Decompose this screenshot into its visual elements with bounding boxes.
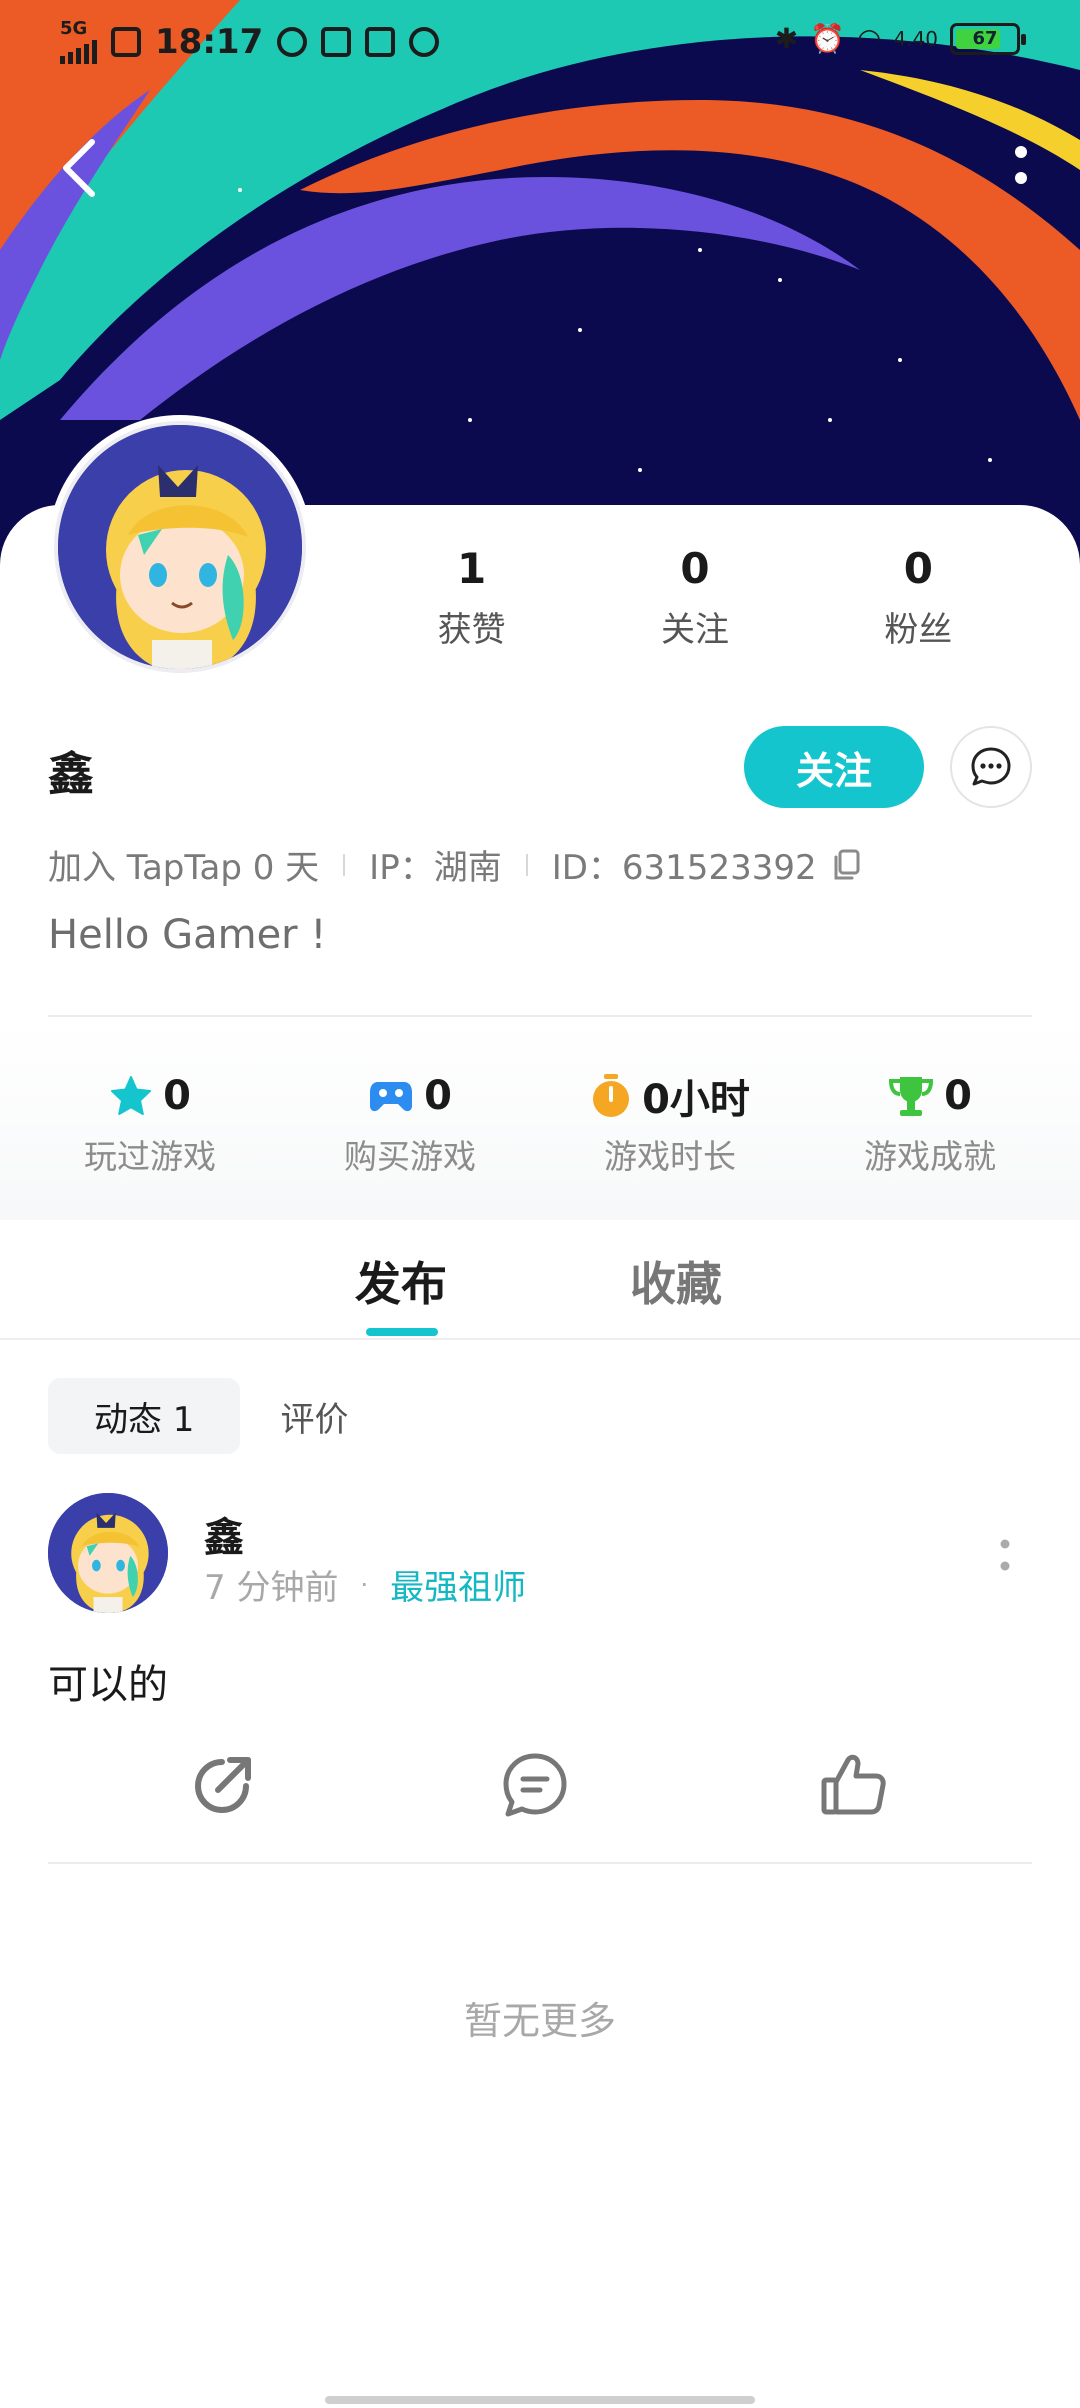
message-button[interactable] bbox=[950, 726, 1032, 808]
post-more-button[interactable] bbox=[990, 1532, 1020, 1578]
avatar[interactable] bbox=[48, 415, 312, 679]
sub-tabs: 动态 1 评价 bbox=[48, 1378, 368, 1454]
trophy-icon bbox=[889, 1077, 934, 1116]
like-icon bbox=[821, 1754, 886, 1815]
avatar-image bbox=[58, 425, 302, 669]
comment-button[interactable] bbox=[500, 1750, 570, 1820]
ip-location: IP：湖南 bbox=[369, 848, 502, 888]
game-stat-purchased[interactable]: 0 购买游戏 bbox=[280, 1070, 540, 1220]
join-days: 加入 TapTap 0 天 bbox=[48, 848, 320, 888]
battery-icon: 67 bbox=[950, 22, 1026, 55]
profile-username: 鑫 bbox=[48, 747, 94, 801]
game-stats: 0 玩过游戏 0 购买游戏 0小时 游戏时长 0 游戏成就 bbox=[0, 1020, 1080, 1220]
stat-label: 关注 bbox=[660, 610, 729, 650]
share-button[interactable] bbox=[188, 1750, 258, 1820]
tab-posts[interactable]: 发布 bbox=[355, 1248, 447, 1314]
subtab-reviews[interactable]: 评价 bbox=[260, 1378, 368, 1454]
post-actions bbox=[0, 1750, 1080, 1820]
game-stat-value: 0 bbox=[163, 1073, 191, 1119]
gamepad-icon bbox=[370, 1082, 413, 1112]
subtab-moments[interactable]: 动态 1 bbox=[48, 1378, 241, 1454]
tab-favorites[interactable]: 收藏 bbox=[630, 1248, 722, 1314]
timer-icon bbox=[593, 1074, 630, 1117]
battery-level: 67 bbox=[972, 28, 998, 49]
copy-icon[interactable] bbox=[831, 848, 861, 882]
no-more-text: 暂无更多 bbox=[463, 1999, 616, 2043]
profile-bio: Hello Gamer ! bbox=[48, 912, 327, 958]
app-notification-icon bbox=[277, 27, 308, 57]
stat-label: 粉丝 bbox=[884, 610, 953, 650]
game-stat-achievements[interactable]: 0 游戏成就 bbox=[800, 1070, 1060, 1220]
stat-label: 获赞 bbox=[437, 610, 506, 650]
wifi-icon: ◠ bbox=[857, 22, 882, 55]
meta-divider bbox=[343, 853, 346, 876]
profile-meta: 加入 TapTap 0 天 IP：湖南 ID：631523392 bbox=[48, 840, 861, 889]
status-time: 18:17 bbox=[155, 22, 264, 62]
alarm-icon: ⏰ bbox=[810, 22, 846, 55]
bluetooth-icon: ✱ bbox=[774, 22, 799, 55]
game-stat-label: 游戏成就 bbox=[864, 1137, 996, 1176]
home-indicator[interactable] bbox=[325, 2396, 755, 2404]
stat-likes[interactable]: 1 获赞 bbox=[360, 540, 583, 651]
more-vertical-icon bbox=[1015, 146, 1027, 184]
post-author-avatar[interactable] bbox=[48, 1493, 168, 1613]
app-notification-icon-2 bbox=[321, 27, 352, 57]
signal-icon: 5G bbox=[60, 20, 97, 64]
more-options-button[interactable] bbox=[1000, 130, 1060, 200]
avatar-image bbox=[48, 1493, 168, 1613]
game-stat-label: 游戏时长 bbox=[604, 1137, 736, 1176]
post-author-name[interactable]: 鑫 bbox=[204, 1505, 244, 1563]
user-id: ID：631523392 bbox=[551, 848, 817, 888]
app-notification-icon-3 bbox=[365, 27, 396, 57]
game-stat-value: 0 bbox=[944, 1073, 972, 1119]
like-button[interactable] bbox=[818, 1750, 888, 1820]
share-icon bbox=[195, 1757, 251, 1813]
game-stat-value: 0 bbox=[424, 1073, 452, 1119]
game-stat-value: 0小时 bbox=[642, 1077, 750, 1123]
notification-icon bbox=[111, 27, 141, 57]
post-game-link[interactable]: 最强祖师 bbox=[390, 1560, 526, 1609]
follow-button[interactable]: 关注 bbox=[744, 726, 924, 808]
status-bar: 5G 18:17 ✱ ⏰ ◠ 4.40 67 bbox=[0, 0, 1080, 80]
divider bbox=[48, 1862, 1032, 1864]
stat-followers[interactable]: 0 粉丝 bbox=[807, 540, 1030, 651]
star-icon bbox=[111, 1076, 152, 1115]
game-stat-label: 玩过游戏 bbox=[84, 1137, 216, 1176]
stat-value: 0 bbox=[680, 544, 710, 593]
game-stat-label: 购买游戏 bbox=[344, 1137, 476, 1176]
chat-bubble-icon bbox=[971, 747, 1011, 786]
back-button[interactable] bbox=[52, 132, 112, 202]
network-type: 5G bbox=[60, 18, 88, 39]
post-content[interactable]: 可以的 bbox=[48, 1652, 168, 1710]
meta-separator: · bbox=[360, 1570, 369, 1599]
game-stat-played[interactable]: 0 玩过游戏 bbox=[20, 1070, 280, 1220]
tab-indicator bbox=[366, 1328, 438, 1336]
stat-following[interactable]: 0 关注 bbox=[583, 540, 806, 651]
content-tabs: 发布 收藏 bbox=[0, 1220, 1080, 1340]
post-time: 7 分钟前 bbox=[204, 1568, 339, 1608]
post-meta: 7 分钟前 · 最强祖师 bbox=[204, 1560, 526, 1609]
more-vertical-icon bbox=[1000, 1539, 1010, 1571]
profile-stats: 1 获赞 0 关注 0 粉丝 bbox=[360, 540, 1030, 651]
network-speed: 4.40 bbox=[893, 26, 938, 51]
divider bbox=[48, 1015, 1032, 1017]
app-notification-icon-4 bbox=[409, 27, 440, 57]
meta-divider bbox=[525, 853, 528, 876]
comment-icon bbox=[503, 1753, 567, 1817]
chevron-left-icon bbox=[63, 139, 95, 197]
stat-value: 0 bbox=[903, 544, 933, 593]
game-stat-playtime[interactable]: 0小时 游戏时长 bbox=[540, 1070, 800, 1220]
stat-value: 1 bbox=[457, 544, 487, 593]
